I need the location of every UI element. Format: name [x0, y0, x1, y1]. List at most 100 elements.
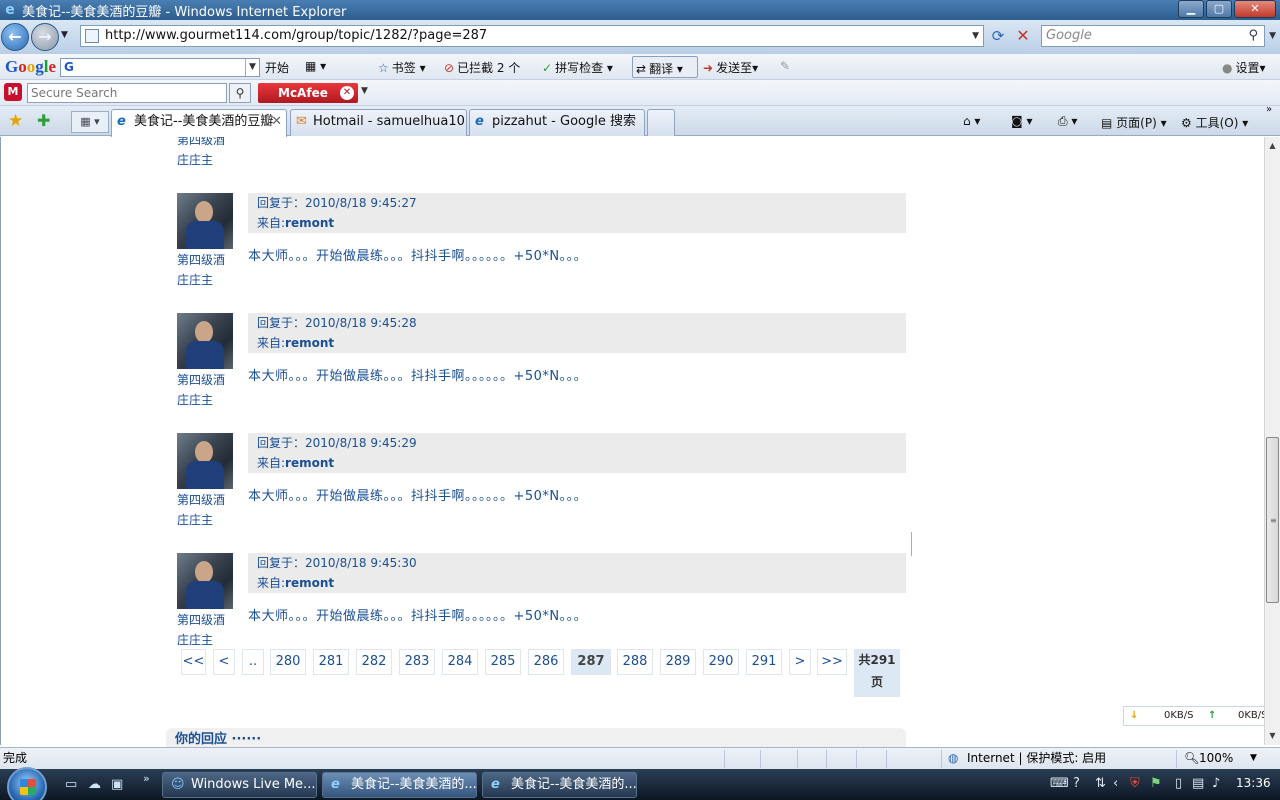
- pager-page[interactable]: 285: [485, 649, 521, 675]
- author-link[interactable]: remont: [285, 216, 334, 230]
- scroll-thumb[interactable]: ≡: [1266, 437, 1279, 603]
- google-start-button[interactable]: 开始: [265, 59, 289, 76]
- pager-page[interactable]: 283: [399, 649, 435, 675]
- pager-ellipsis: ..: [242, 649, 264, 675]
- pager-page[interactable]: 289: [660, 649, 696, 675]
- quick-tabs-button[interactable]: ▦ ▾: [71, 111, 109, 133]
- zoom-level[interactable]: 100%: [1199, 748, 1233, 768]
- quicklaunch-more-icon[interactable]: »: [143, 772, 150, 785]
- search-icon[interactable]: ⚲: [1248, 26, 1258, 46]
- author-link[interactable]: remont: [285, 456, 334, 470]
- tray-network-icon[interactable]: ⇅: [1095, 776, 1106, 791]
- minimize-button[interactable]: ▁: [1178, 0, 1204, 18]
- windows-logo-icon: [20, 779, 36, 795]
- page-menu[interactable]: ▤ 页面(P) ▾: [1101, 114, 1167, 131]
- pager-page[interactable]: 281: [313, 649, 349, 675]
- close-tab-icon[interactable]: ✕: [271, 110, 282, 134]
- translate-icon: ⇄: [636, 62, 647, 76]
- translate-button[interactable]: ⇄ 翻译 ▾: [632, 56, 698, 78]
- home-icon[interactable]: ⌂ ▾: [963, 114, 980, 128]
- bookmarks-button[interactable]: ☆ 书签 ▾: [378, 59, 426, 76]
- favorites-star-icon[interactable]: ★: [8, 111, 23, 131]
- mcafee-tray-icon[interactable]: ⛨: [1130, 776, 1140, 791]
- address-dropdown[interactable]: ▼: [972, 26, 979, 46]
- maximize-button[interactable]: ▢: [1206, 0, 1232, 18]
- google-settings-button[interactable]: ● 设置▾: [1222, 59, 1266, 76]
- taskbar-button-messenger[interactable]: ☺ Windows Live Me...: [162, 772, 317, 798]
- scroll-down-arrow-icon[interactable]: ▼: [1265, 729, 1280, 743]
- feeds-icon[interactable]: ◙ ▾: [1011, 114, 1032, 128]
- author-link[interactable]: remont: [285, 576, 334, 590]
- close-window-button[interactable]: ✕: [1234, 0, 1276, 18]
- volume-icon[interactable]: ♪: [1212, 776, 1220, 791]
- reply-time: 回复于：2010/8/18 9:45:28: [257, 316, 417, 330]
- avatar[interactable]: [177, 193, 233, 249]
- tray-expand-icon[interactable]: ‹: [1113, 776, 1118, 791]
- vertical-scrollbar[interactable]: ▲ ≡ ▼: [1264, 137, 1280, 745]
- pager-page[interactable]: 286: [528, 649, 564, 675]
- mcafee-shield-icon[interactable]: M: [4, 83, 22, 101]
- secure-search-input[interactable]: Secure Search: [27, 83, 227, 103]
- google-search-input[interactable]: G ▼: [60, 58, 260, 77]
- pager-next[interactable]: >: [789, 649, 811, 675]
- reply-time: 回复于：2010/8/18 9:45:29: [257, 436, 417, 450]
- tab-gourmet[interactable]: e 美食记--美食美酒的豆瓣 ✕: [111, 109, 287, 137]
- taskbar-button-ie[interactable]: e 美食记--美食美酒的...: [322, 772, 477, 798]
- pager-page[interactable]: 288: [617, 649, 653, 675]
- more-chevron-icon[interactable]: »: [1266, 104, 1272, 115]
- google-search-dropdown[interactable]: ▼: [245, 59, 259, 76]
- pager-first[interactable]: <<: [181, 649, 206, 675]
- search-input[interactable]: Google ⚲ ▼: [1041, 25, 1276, 47]
- stop-icon[interactable]: ✕: [1011, 25, 1035, 47]
- forward-button[interactable]: →: [31, 23, 59, 51]
- pager-page[interactable]: 282: [356, 649, 392, 675]
- quicklaunch-app-icon[interactable]: ☁: [88, 777, 101, 792]
- avatar[interactable]: [177, 553, 233, 609]
- hotmail-icon: ✉: [296, 114, 307, 129]
- messenger-icon: ☺: [171, 777, 185, 792]
- avatar[interactable]: [177, 313, 233, 369]
- pager-page[interactable]: 280: [270, 649, 306, 675]
- highlighter-icon[interactable]: ✎: [780, 59, 790, 73]
- tab-hotmail[interactable]: ✉ Hotmail - samuelhua101...: [290, 109, 467, 136]
- power-icon[interactable]: ▯: [1175, 776, 1182, 791]
- clock[interactable]: 13:36: [1236, 776, 1271, 790]
- mcafee-dropdown[interactable]: ▼: [361, 86, 368, 96]
- mcafee-badge[interactable]: McAfee ✕: [258, 83, 358, 103]
- tab-google[interactable]: e pizzahut - Google 搜索: [469, 109, 645, 136]
- spellcheck-button[interactable]: ✓ 拼写检查 ▾: [542, 59, 613, 76]
- pager-page[interactable]: 284: [442, 649, 478, 675]
- recent-pages-dropdown[interactable]: ▼: [61, 30, 68, 40]
- monitor-icon[interactable]: ▤: [1192, 776, 1204, 791]
- secure-search-button[interactable]: ⚲: [229, 83, 251, 103]
- user-rank: 第四级酒 庄庄主: [177, 370, 237, 410]
- address-bar[interactable]: http://www.gourmet114.com/group/topic/12…: [80, 25, 984, 47]
- popup-blocker-button[interactable]: ⊘ 已拦截 2 个: [444, 59, 520, 76]
- zoom-dropdown[interactable]: ▼: [1250, 748, 1257, 768]
- avatar[interactable]: [177, 433, 233, 489]
- toolbar-buttons-icon[interactable]: ▦ ▾: [305, 59, 326, 73]
- pager-prev[interactable]: <: [213, 649, 235, 675]
- add-favorite-icon[interactable]: ✚: [37, 111, 50, 130]
- help-icon[interactable]: ?: [1073, 776, 1080, 791]
- show-desktop-icon[interactable]: ▭: [65, 777, 77, 792]
- taskbar-button-ie[interactable]: e 美食记--美食美酒的...: [482, 772, 637, 798]
- back-button[interactable]: ←: [1, 23, 29, 51]
- zone-text[interactable]: Internet | 保护模式: 启用: [967, 748, 1106, 768]
- start-button[interactable]: [7, 767, 47, 800]
- sendto-button[interactable]: ➜ 发送至▾: [703, 59, 758, 76]
- author-link[interactable]: remont: [285, 336, 334, 350]
- search-dropdown[interactable]: ▼: [1269, 26, 1276, 46]
- switch-windows-icon[interactable]: ▣: [111, 777, 123, 792]
- pager-page[interactable]: 290: [703, 649, 739, 675]
- pager-last[interactable]: >>: [817, 649, 847, 675]
- refresh-icon[interactable]: ⟳: [986, 25, 1010, 47]
- tray-app-icon[interactable]: ⚑: [1150, 776, 1162, 791]
- scroll-up-arrow-icon[interactable]: ▲: [1265, 139, 1280, 153]
- pager-page[interactable]: 291: [746, 649, 782, 675]
- print-icon[interactable]: ⎙ ▾: [1058, 114, 1077, 129]
- tools-menu[interactable]: ⚙ 工具(O) ▾: [1181, 114, 1248, 131]
- pager-total: 共291 页: [854, 649, 900, 697]
- new-tab-button[interactable]: [647, 109, 675, 136]
- language-icon[interactable]: ⌨: [1050, 776, 1069, 791]
